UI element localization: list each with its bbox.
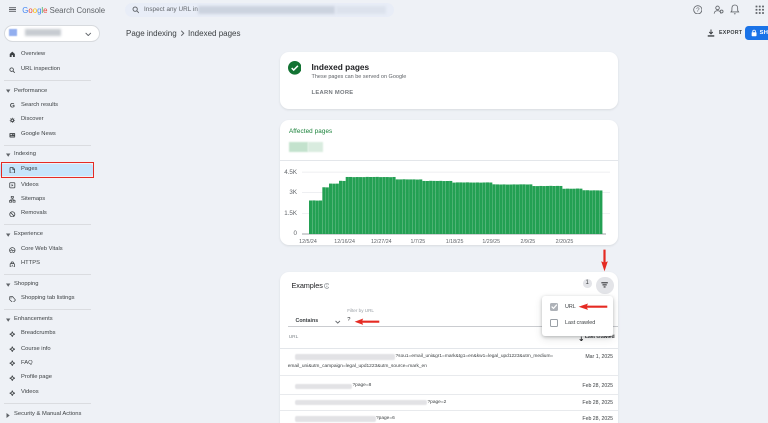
svg-text:?: ? xyxy=(696,7,700,14)
svg-text:G: G xyxy=(10,103,15,109)
